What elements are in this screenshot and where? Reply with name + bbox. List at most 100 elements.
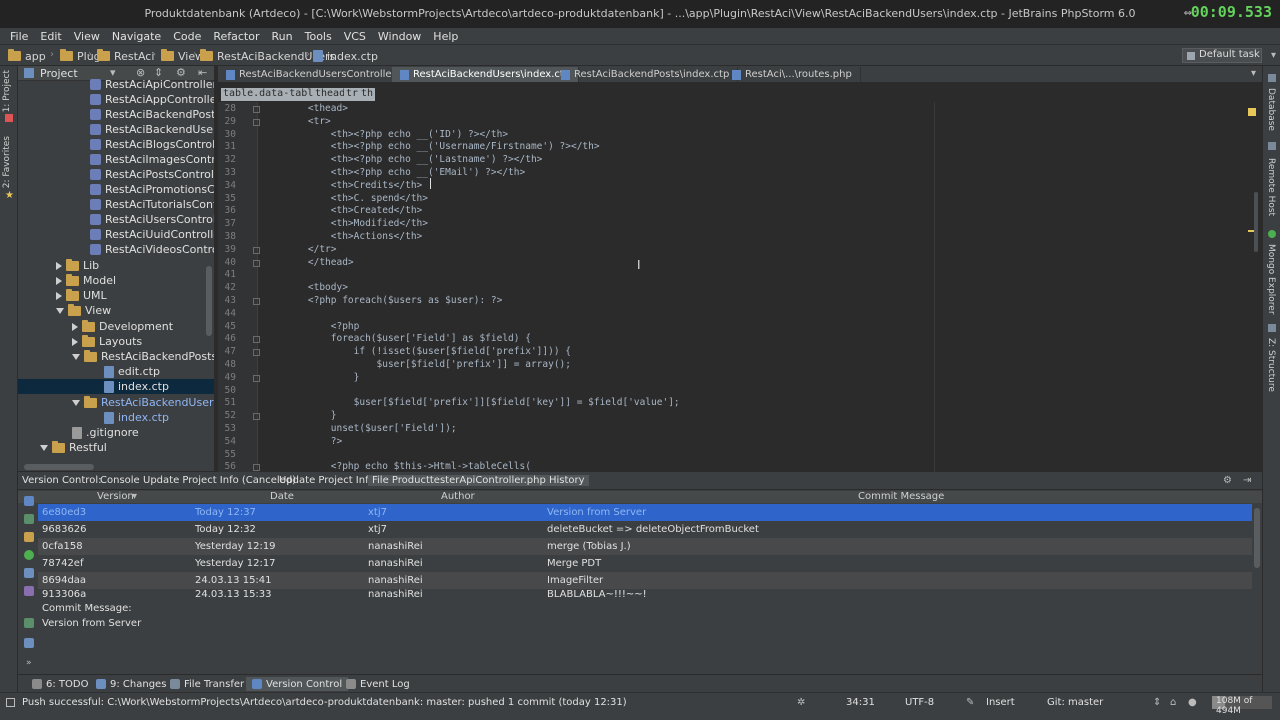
- tree-item-file[interactable]: RestAciBackendUsersC: [90, 122, 214, 137]
- column-commit-message[interactable]: Commit Message: [858, 491, 944, 502]
- fold-toggle-icon[interactable]: [253, 246, 260, 254]
- breadcrumb-index-ctp[interactable]: index.ctp: [313, 49, 378, 63]
- fold-toggle-icon[interactable]: [253, 413, 260, 421]
- insert-mode[interactable]: Insert: [986, 697, 1015, 708]
- file-encoding[interactable]: UTF-8: [905, 697, 934, 708]
- project-horizontal-scrollbar[interactable]: [24, 464, 94, 470]
- code-crumb-th[interactable]: th: [359, 88, 376, 101]
- collapse-arrow-icon[interactable]: [40, 444, 48, 451]
- code-line[interactable]: unset($user['Field']);: [285, 423, 457, 434]
- run-config-select[interactable]: Default task: [1182, 48, 1262, 63]
- code-line[interactable]: <?php foreach($users as $user): ?>: [285, 295, 502, 306]
- tool-tab-todo[interactable]: 6: TODO: [26, 677, 94, 691]
- expand-more-icon[interactable]: »: [26, 658, 32, 668]
- collapse-arrow-icon[interactable]: [72, 353, 80, 360]
- fold-toggle-icon[interactable]: [253, 336, 260, 344]
- menu-view[interactable]: View: [68, 28, 106, 44]
- menu-run[interactable]: Run: [266, 28, 299, 44]
- caret-position[interactable]: 34:31: [846, 697, 875, 708]
- expand-arrow-icon[interactable]: [72, 322, 78, 331]
- history-row[interactable]: 0cfa158 Yesterday 12:19 nanashiRei merge…: [38, 538, 1252, 555]
- tool-tab-changes[interactable]: 9: Changes: [90, 677, 172, 691]
- tool-tab-event-log[interactable]: Event Log: [340, 677, 416, 691]
- status-message[interactable]: Push successful: C:\Work\WebstormProject…: [22, 697, 627, 708]
- code-line[interactable]: <th><?php echo __('Username/Firstname') …: [285, 141, 600, 152]
- tree-folder-lib[interactable]: Lib: [56, 258, 99, 273]
- collapse-arrow-icon[interactable]: [72, 399, 80, 406]
- hide-panel-icon[interactable]: ⇥: [1243, 475, 1251, 486]
- code-line[interactable]: <tr>: [285, 116, 331, 127]
- column-date[interactable]: Date: [270, 491, 294, 502]
- tree-item-file-selected[interactable]: index.ctp: [18, 379, 214, 394]
- run-config-dropdown-icon[interactable]: ▾: [1271, 50, 1276, 61]
- tab-restacibackendposts-index[interactable]: RestAciBackendPosts\index.ctp: [553, 67, 739, 82]
- tree-folder-restacibackendposts[interactable]: RestAciBackendPosts: [72, 349, 214, 364]
- tab-routes[interactable]: RestAci\...\routes.php: [724, 67, 861, 82]
- remote-host-tool-tab[interactable]: Remote Host: [1266, 158, 1276, 216]
- fold-toggle-icon[interactable]: [253, 374, 260, 382]
- code-line[interactable]: </thead>: [285, 257, 354, 268]
- code-line[interactable]: <?php echo $this->Html->tableCells(: [285, 461, 531, 472]
- tree-item-file[interactable]: RestAciBackendPostsC: [90, 107, 214, 122]
- code-line[interactable]: ?>: [285, 436, 342, 447]
- tree-folder-layouts[interactable]: Layouts: [72, 334, 142, 349]
- annotate-icon[interactable]: [24, 532, 34, 542]
- code-line[interactable]: $user[$field['prefix']][$field['key']] =…: [285, 397, 680, 408]
- code-line[interactable]: <th>Actions</th>: [285, 231, 423, 242]
- tree-item-file[interactable]: .gitignore: [72, 425, 139, 440]
- fold-toggle-icon[interactable]: [253, 298, 260, 305]
- breadcrumb-view[interactable]: View: [161, 49, 204, 63]
- favorites-tool-tab[interactable]: 2: Favorites: [2, 136, 12, 188]
- tree-folder-model[interactable]: Model: [56, 273, 116, 288]
- code-line[interactable]: <th><?php echo __('Lastname') ?></th>: [285, 154, 543, 165]
- menu-code[interactable]: Code: [167, 28, 207, 44]
- history-row-selected[interactable]: 6e80ed3 Today 12:37 xtj7 Version from Se…: [38, 504, 1252, 521]
- get-revision-icon[interactable]: [24, 550, 34, 560]
- tab-list-icon[interactable]: ▾: [1251, 68, 1256, 79]
- tree-item-file[interactable]: RestAciImagesControl: [90, 152, 214, 167]
- code-line[interactable]: }: [285, 410, 337, 421]
- code-line[interactable]: <th>Credits</th>: [285, 180, 423, 191]
- code-line[interactable]: <th><?php echo __('EMail') ?></th>: [285, 167, 525, 178]
- inspector-icon[interactable]: ⌂: [1170, 697, 1176, 708]
- breadcrumb-app[interactable]: app: [8, 49, 46, 63]
- tree-item-file[interactable]: index.ctp: [104, 410, 169, 425]
- expand-arrow-icon[interactable]: [56, 261, 62, 270]
- vcs-tab-file-history[interactable]: File ProducttesterApiController.php Hist…: [368, 475, 589, 486]
- event-icon[interactable]: ●: [1188, 697, 1197, 708]
- code-line[interactable]: if (!isset($user[$field['prefix']])) {: [285, 346, 571, 357]
- vcs-tab-console[interactable]: Console: [100, 475, 140, 486]
- code-line[interactable]: <thead>: [285, 103, 348, 114]
- expand-arrow-icon[interactable]: [56, 276, 62, 285]
- lock-icon[interactable]: ⇕: [1153, 697, 1161, 708]
- fold-toggle-icon[interactable]: [253, 118, 260, 126]
- tree-folder-restacibackendusers[interactable]: RestAciBackendUsers: [72, 395, 214, 410]
- project-vertical-scrollbar[interactable]: [206, 266, 212, 336]
- fold-toggle-icon[interactable]: [253, 259, 260, 267]
- menu-file[interactable]: File: [4, 28, 34, 44]
- menu-window[interactable]: Window: [372, 28, 427, 44]
- code-editor[interactable]: 28 <thead> 29 <tr> 30 <th><?php echo __('I…: [218, 102, 1262, 472]
- tree-item-file[interactable]: RestAciVideosControll: [90, 242, 214, 257]
- tree-folder-view[interactable]: View: [56, 303, 111, 318]
- expand-arrow-icon[interactable]: [72, 337, 78, 346]
- diff-icon[interactable]: [24, 514, 34, 524]
- copy-revision-icon[interactable]: [24, 568, 34, 578]
- menu-vcs[interactable]: VCS: [338, 28, 372, 44]
- git-branch[interactable]: Git: master: [1047, 697, 1103, 708]
- breadcrumb-restaci[interactable]: RestAci: [97, 49, 154, 63]
- menu-refactor[interactable]: Refactor: [207, 28, 265, 44]
- column-author[interactable]: Author: [441, 491, 475, 502]
- refresh-icon[interactable]: [24, 496, 34, 506]
- menu-help[interactable]: Help: [427, 28, 464, 44]
- tool-tab-version-control[interactable]: Version Control: [246, 677, 349, 691]
- code-crumb-thead[interactable]: thead: [313, 88, 348, 101]
- fold-toggle-icon[interactable]: [253, 464, 260, 472]
- menu-edit[interactable]: Edit: [34, 28, 67, 44]
- warning-marker-icon[interactable]: [1248, 108, 1256, 116]
- structure-tool-tab[interactable]: Z: Structure: [1266, 338, 1276, 392]
- toggle-tool-windows-icon[interactable]: [6, 698, 15, 707]
- expand-arrow-icon[interactable]: [56, 291, 62, 300]
- tab-restacibackendusers-index[interactable]: RestAciBackendUsers\index.ctp: [392, 67, 580, 82]
- code-line[interactable]: <th>Modified</th>: [285, 218, 428, 229]
